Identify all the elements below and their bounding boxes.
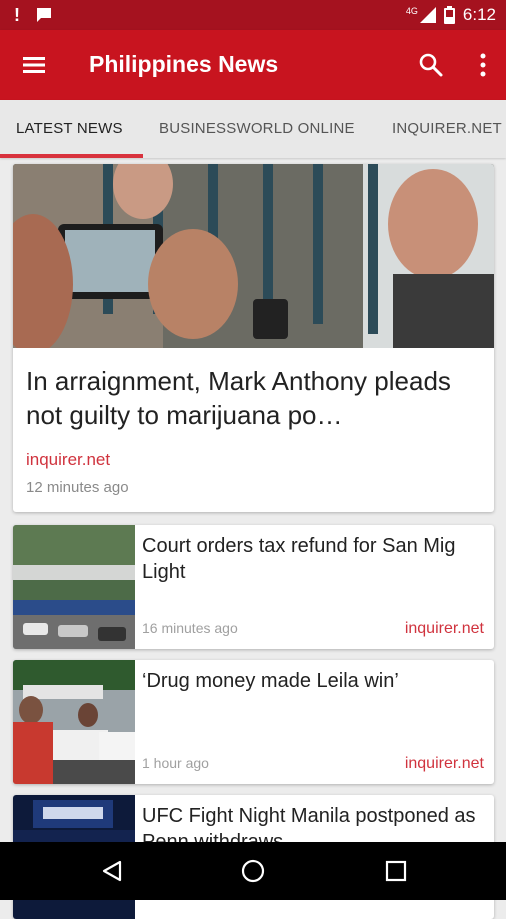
article-time: 16 minutes ago: [142, 620, 238, 636]
overflow-menu-button[interactable]: [476, 52, 490, 78]
article-source[interactable]: inquirer.net: [405, 755, 484, 773]
article-thumbnail: [13, 525, 135, 649]
tab-inquirer-net[interactable]: INQUIRER.NET: [392, 120, 502, 137]
chat-notification-icon: [37, 8, 51, 22]
tab-businessworld-online[interactable]: BUSINESSWORLD ONLINE: [159, 120, 355, 137]
category-tabs: LATEST NEWS BUSINESSWORLD ONLINE INQUIRE…: [0, 100, 506, 158]
app-title: Philippines News: [89, 51, 279, 77]
article-thumbnail: [13, 660, 135, 784]
notification-icons: !: [14, 5, 54, 26]
active-tab-indicator: [0, 154, 143, 158]
featured-article-image: [13, 164, 494, 354]
system-status: 4G 6:12: [406, 5, 496, 25]
featured-article-title: In arraignment, Mark Anthony pleads not …: [26, 366, 451, 430]
battery-icon: [443, 6, 455, 24]
menu-button[interactable]: [20, 52, 50, 78]
article-card[interactable]: Court orders tax refund for San Mig Ligh…: [13, 525, 494, 649]
featured-article-card[interactable]: In arraignment, Mark Anthony pleads not …: [13, 164, 494, 512]
system-navigation-bar: [0, 842, 506, 900]
search-icon: [419, 53, 443, 77]
article-title: ‘Drug money made Leila win’: [142, 670, 399, 692]
recent-apps-icon[interactable]: [385, 860, 407, 882]
search-button[interactable]: [418, 52, 444, 78]
tab-latest-news[interactable]: LATEST NEWS: [16, 120, 123, 137]
article-card[interactable]: ‘Drug money made Leila win’ 1 hour ago i…: [13, 660, 494, 784]
featured-article-time: 12 minutes ago: [26, 479, 129, 496]
network-type: 4G: [405, 6, 418, 16]
signal-icon: [419, 7, 436, 23]
article-title: Court orders tax refund for San Mig Ligh…: [142, 535, 456, 583]
more-vertical-icon: [480, 53, 486, 77]
article-time: 1 hour ago: [142, 755, 209, 771]
hamburger-menu-icon: [23, 57, 45, 73]
alert-icon: !: [14, 5, 20, 25]
status-bar: ! 4G 6:12: [0, 0, 506, 30]
clock: 6:12: [462, 5, 496, 24]
home-icon[interactable]: [241, 859, 265, 883]
featured-article-source[interactable]: inquirer.net: [26, 450, 110, 470]
article-source[interactable]: inquirer.net: [405, 620, 484, 638]
back-icon[interactable]: [100, 859, 124, 883]
app-bar: Philippines News: [0, 30, 506, 100]
